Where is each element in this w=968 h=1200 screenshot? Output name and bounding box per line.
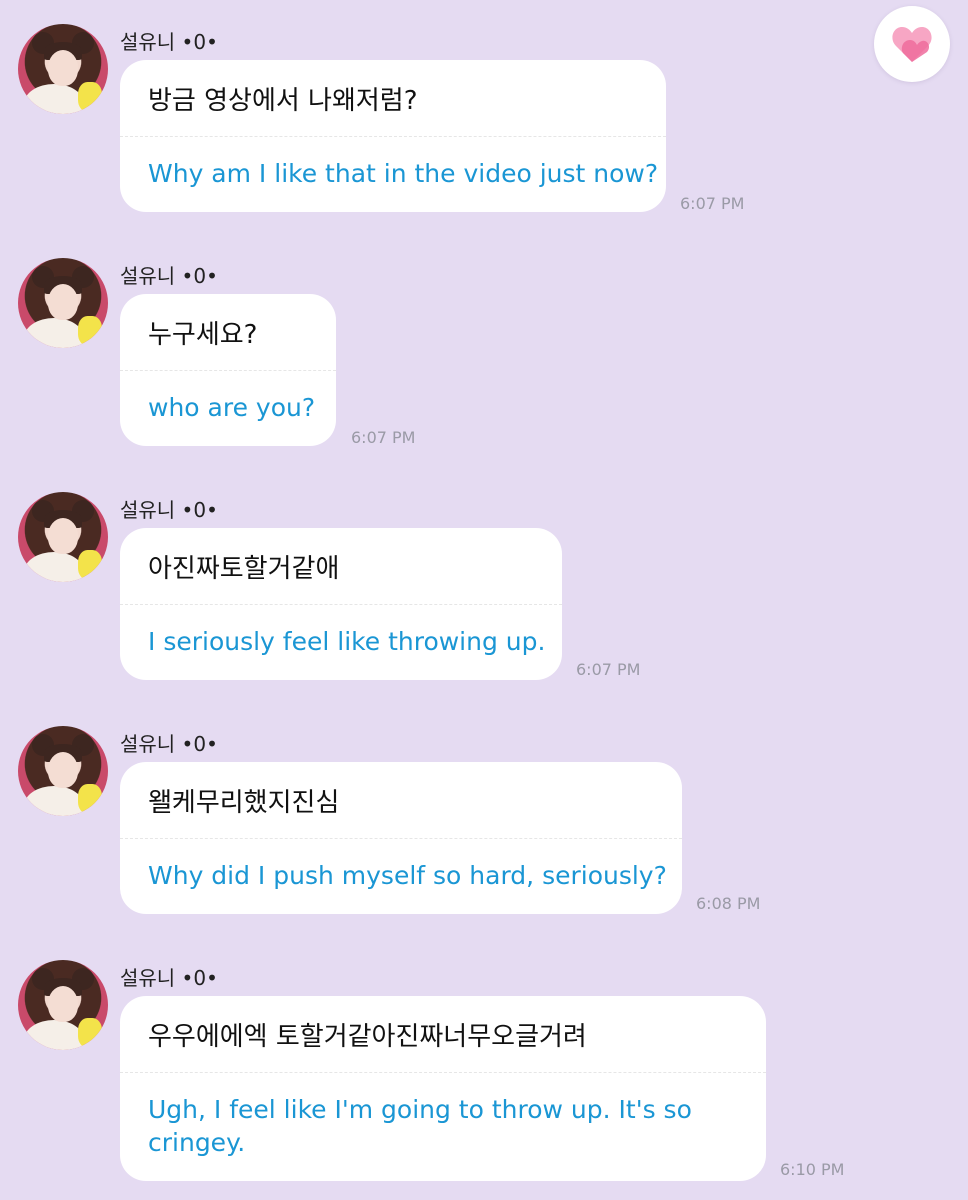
message-bubble[interactable]: 우우에에엑 토할거같아진짜너무오글거려 Ugh, I feel like I'm…	[120, 996, 766, 1181]
message-translation-text: Ugh, I feel like I'm going to throw up. …	[148, 1095, 692, 1157]
avatar[interactable]	[18, 24, 108, 114]
message-bubble[interactable]: 왤케무리했지진심 Why did I push myself so hard, …	[120, 762, 682, 914]
sender-name: 설유니 •0•	[120, 30, 218, 54]
message-timestamp: 6:08 PM	[696, 894, 761, 913]
message-original-text: 누구세요?	[148, 320, 258, 350]
message-timestamp: 6:10 PM	[780, 1160, 845, 1179]
sender-name: 설유니 •0•	[120, 966, 218, 990]
sender-name: 설유니 •0•	[120, 264, 218, 288]
message-translation-text: I seriously feel like throwing up.	[148, 627, 546, 656]
sender-name: 설유니 •0•	[120, 732, 218, 756]
sender-name: 설유니 •0•	[120, 498, 218, 522]
avatar[interactable]	[18, 492, 108, 582]
message-bubble[interactable]: 누구세요? who are you?	[120, 294, 336, 446]
message-bubble[interactable]: 방금 영상에서 나왜저럼? Why am I like that in the …	[120, 60, 666, 212]
avatar[interactable]	[18, 960, 108, 1050]
message-timestamp: 6:07 PM	[351, 428, 416, 447]
favorite-button[interactable]	[874, 6, 950, 82]
message-original-text: 방금 영상에서 나왜저럼?	[148, 86, 418, 116]
message-translation-text: who are you?	[148, 393, 316, 422]
avatar[interactable]	[18, 258, 108, 348]
heart-icon	[892, 27, 932, 62]
message-original-text: 왤케무리했지진심	[148, 788, 340, 818]
message-translation-text: Why did I push myself so hard, seriously…	[148, 861, 667, 890]
message-timestamp: 6:07 PM	[576, 660, 641, 679]
avatar[interactable]	[18, 726, 108, 816]
message-translation-text: Why am I like that in the video just now…	[148, 159, 659, 188]
message-original-text: 우우에에엑 토할거같아진짜너무오글거려	[148, 1022, 587, 1052]
message-original-text: 아진짜토할거같애	[148, 554, 340, 584]
message-timestamp: 6:07 PM	[680, 194, 745, 213]
message-bubble[interactable]: 아진짜토할거같애 I seriously feel like throwing …	[120, 528, 562, 680]
